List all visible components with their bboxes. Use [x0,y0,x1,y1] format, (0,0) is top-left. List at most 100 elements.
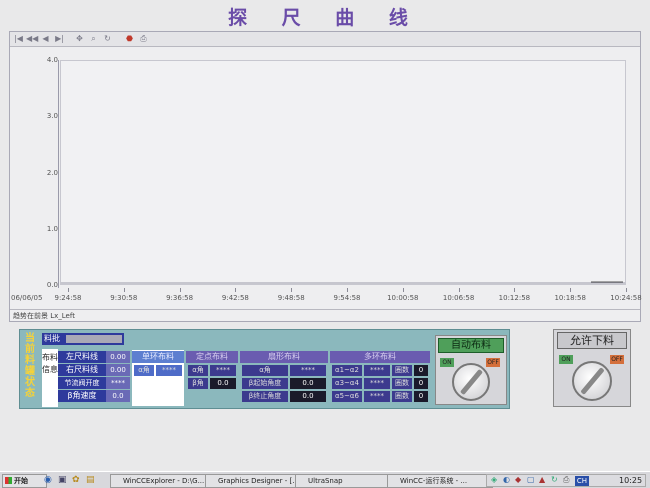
task-wincc-explorer[interactable]: WinCCExplorer - D:\G... [110,474,216,488]
back-icon[interactable]: ◀ [40,34,51,44]
left-ruler-label: 左尺料线 [58,351,106,363]
next-icon[interactable]: ▶| [54,34,65,44]
allow-discharge-title: 允许下料 [557,332,627,349]
taskbar: 开始 ◉ ▣ ✿ ▤ WinCCExplorer - D:\G... Graph… [0,471,650,488]
fixed-beta-label: β角 [188,378,208,389]
multi-row2-value: **** [364,378,390,389]
trend-toolbar: |◀ ◀◀ ◀ ▶| ✥ ⌕ ↻ ⬣ ⎙ [10,32,640,47]
beta-speed-label: β角速度 [58,390,106,402]
sync-icon[interactable]: ↻ [551,475,558,484]
allow-discharge-box: 允许下料 ON OFF [553,329,631,407]
auto-feed-on-button[interactable]: ON [440,358,454,367]
beta-speed-value: 0.0 [106,390,130,402]
x-tick-label: 9:36:58 [166,294,194,302]
fixed-beta-value: 0.0 [210,378,236,389]
info-label: 布料信息 [42,349,58,407]
refresh-icon[interactable]: ↻ [102,34,113,44]
fixed-header: 定点布料 [186,351,238,363]
auto-feed-title: 自动布料 [438,338,504,353]
allow-discharge-on-button[interactable]: ON [559,355,573,364]
start-button[interactable]: 开始 [2,474,47,488]
volume-icon[interactable]: ◐ [503,475,510,484]
fan-beta-start-value: 0.0 [290,378,326,389]
multi-row2-count: 0 [414,378,428,389]
media-icon[interactable]: ✿ [72,475,80,485]
ring-alpha-value: **** [156,365,182,376]
valve-value: **** [106,377,130,389]
x-tick-mark [570,288,572,292]
task-wincc-runtime[interactable]: WinCC-运行系统 - ... [387,474,493,488]
tank-status-panel: 当前料罐状态 料批 布料信息 左尺料线 0.00 右尺料线 0.00 节流阀开度… [19,329,510,409]
fan-header: 扇形布料 [240,351,328,363]
feed-label: 料批 [44,334,60,343]
prev-icon[interactable]: ◀◀ [26,34,38,44]
x-tick-label: 10:00:58 [387,294,419,302]
zoom-icon[interactable]: ⌕ [88,34,99,44]
trend-window: |◀ ◀◀ ◀ ▶| ✥ ⌕ ↻ ⬣ ⎙ 4.0 3.0 2.0 1.0 0.0 9:2… [9,31,642,322]
x-tick-mark [291,288,293,292]
x-tick-mark [514,288,516,292]
allow-discharge-knob[interactable] [572,361,612,401]
x-tick-mark [68,288,69,292]
first-icon[interactable]: |◀ [13,34,24,44]
x-tick-mark [458,288,460,292]
multi-row2-count-label: 圈数 [392,378,412,389]
allow-discharge-off-button[interactable]: OFF [610,355,624,364]
left-ruler-value: 0.00 [106,351,130,363]
multi-row3-label: α5~α6 [332,391,362,402]
ring-header: 单环布料 [132,351,184,363]
y-tick-label: 2.0 [46,168,58,177]
x-tick-label: 9:42:58 [221,294,249,302]
x-tick-label: 9:30:58 [110,294,138,302]
network-icon[interactable]: ◈ [491,475,497,484]
multi-header: 多环布料 [330,351,430,363]
multi-row1-count: 0 [414,365,428,376]
desktop-icon[interactable]: ▣ [58,475,67,485]
auto-feed-knob[interactable] [452,363,490,401]
plot-area [60,60,626,285]
ie-icon[interactable]: ◉ [44,475,52,485]
task-graphics-designer[interactable]: Graphics Designer - [... [205,474,305,488]
pan-icon[interactable]: ✥ [74,34,85,44]
x-tick-label: 10:12:58 [498,294,531,302]
printer-icon[interactable]: ⎙ [563,475,569,485]
folder-icon[interactable]: ▤ [86,475,95,485]
fixed-alpha-label: α角 [188,365,208,376]
auto-feed-off-button[interactable]: OFF [486,358,500,367]
date-label: 06/06/05 [11,294,43,302]
trend-svg [61,281,625,284]
x-tick-label: 9:54:58 [333,294,361,302]
alert-icon[interactable]: ▲ [539,475,545,484]
task-ultrasnap[interactable]: UltraSnap [295,474,397,488]
multi-row3-count-label: 圈数 [392,391,412,402]
y-tick-label: 3.0 [46,112,58,121]
multi-row1-value: **** [364,365,390,376]
feed-row: 料批 [42,333,124,345]
feed-value [66,335,122,343]
allow-discharge-knob-handle [580,367,605,395]
auto-feed-box: 自动布料 ON OFF [435,335,507,405]
fan-alpha-value: **** [290,365,326,376]
multi-row3-count: 0 [414,391,428,402]
multi-row2-label: α3~α4 [332,378,362,389]
fan-beta-start-label: β起始角度 [242,378,288,389]
multi-row1-count-label: 圈数 [392,365,412,376]
system-tray: ◈ ◐ ◆ ▢ ▲ ↻ ⎙ CH 10:25 [486,474,646,487]
y-tick-label: 1.0 [46,224,58,233]
x-tick-label: 10:06:58 [442,294,475,302]
x-tick-label: 9:48:58 [277,294,305,302]
clock: 10:25 [619,476,643,485]
windows-logo-icon [5,477,12,484]
trend-status-line: 趋势在前景 Lx_Left [10,309,640,321]
stop-icon[interactable]: ⬣ [124,34,135,44]
monitor-icon[interactable]: ▢ [527,475,535,484]
right-ruler-value: 0.00 [106,364,130,376]
page-title: 探 尺 曲 线 [228,7,422,29]
security-icon[interactable]: ◆ [515,475,521,484]
print-icon[interactable]: ⎙ [138,34,149,44]
fan-beta-end-value: 0.0 [290,391,326,402]
language-indicator[interactable]: CH [575,476,589,486]
auto-feed-knob-handle [459,368,484,396]
multi-row3-value: **** [364,391,390,402]
fan-beta-end-label: β终止角度 [242,391,288,402]
